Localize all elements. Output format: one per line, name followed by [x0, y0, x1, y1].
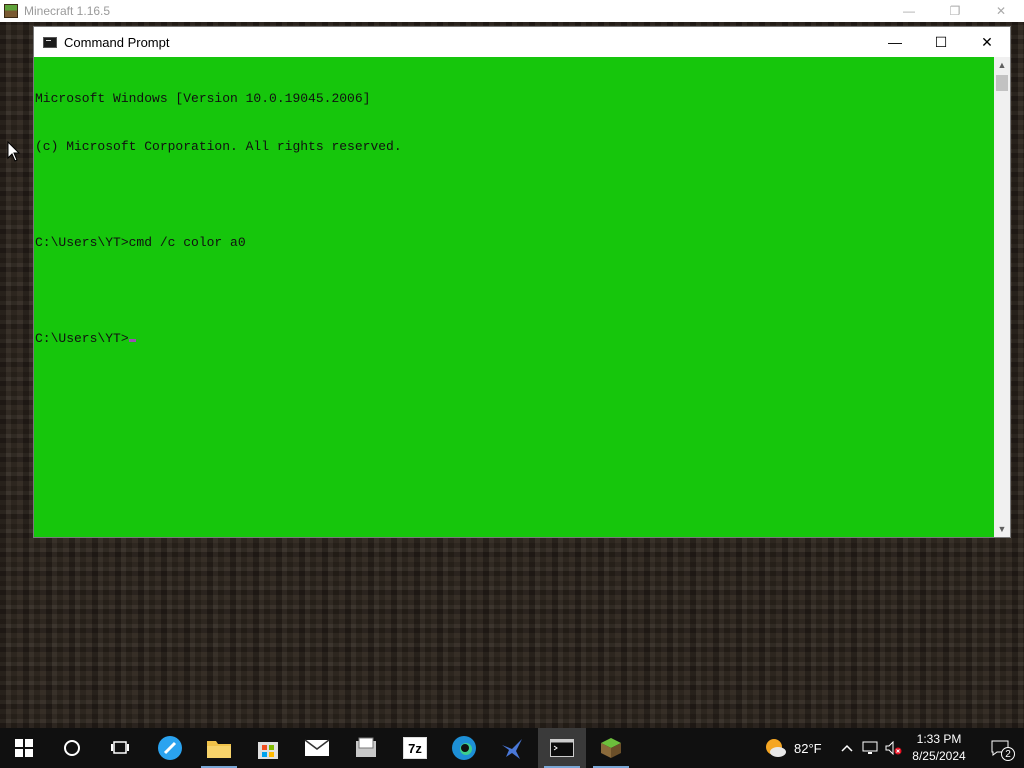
cmd-title-bar[interactable]: Command Prompt — ☐ ✕: [34, 27, 1010, 57]
minecraft-restore-button[interactable]: ❐: [932, 0, 978, 22]
minecraft-title-bar: Minecraft 1.16.5 — ❐ ✕: [0, 0, 1024, 22]
chevron-up-icon: [841, 744, 853, 752]
console-output: Microsoft Windows [Version 10.0.19045.20…: [35, 59, 402, 379]
clock-time: 1:33 PM: [916, 732, 962, 746]
minecraft-grass-block-icon: [601, 738, 621, 758]
network-button[interactable]: [860, 728, 880, 768]
edge-icon: [452, 736, 476, 760]
console-line: C:\Users\YT>cmd /c color a0: [35, 235, 246, 250]
console-line: Microsoft Windows [Version 10.0.19045.20…: [35, 91, 371, 106]
task-view-icon: [111, 741, 129, 754]
minecraft-close-button[interactable]: ✕: [978, 0, 1024, 22]
minecraft-taskbar-button[interactable]: [587, 728, 635, 768]
show-hidden-icons-button[interactable]: [838, 728, 856, 768]
cmd-window-title: Command Prompt: [64, 34, 170, 50]
notification-center-button[interactable]: 2: [980, 728, 1020, 768]
cortana-circle-icon: [64, 740, 80, 756]
cmd-icon: [43, 36, 57, 48]
scrollbar-thumb[interactable]: [996, 75, 1008, 91]
edge-button[interactable]: [440, 728, 488, 768]
search-button[interactable]: [48, 728, 96, 768]
scroll-up-arrow-icon[interactable]: ▲: [994, 57, 1010, 73]
7zip-icon: 7z: [403, 737, 427, 759]
windows-logo-icon: [15, 739, 33, 757]
cmd-close-button[interactable]: ✕: [964, 27, 1010, 57]
volume-muted-icon: [885, 741, 902, 755]
cmd-icon: [550, 739, 574, 757]
network-icon: [862, 741, 878, 754]
store-button[interactable]: [244, 728, 292, 768]
volume-button[interactable]: [884, 728, 904, 768]
taskbar-app2-button[interactable]: [342, 728, 390, 768]
notification-count-badge: 2: [1001, 747, 1015, 761]
text-cursor: [128, 339, 136, 342]
taskbar-app-button[interactable]: [146, 728, 194, 768]
console-prompt: C:\Users\YT>: [35, 331, 129, 346]
command-prompt-taskbar-button[interactable]: [538, 728, 586, 768]
cmd-minimize-button[interactable]: —: [872, 27, 918, 57]
document-app-icon: [356, 737, 376, 757]
command-prompt-window: Command Prompt — ☐ ✕ Microsoft Windows […: [33, 26, 1011, 538]
mail-button[interactable]: [293, 728, 341, 768]
scroll-down-arrow-icon[interactable]: ▼: [994, 521, 1010, 537]
file-explorer-button[interactable]: [195, 728, 243, 768]
weather-widget[interactable]: 82°F: [762, 728, 822, 768]
vertical-scrollbar[interactable]: ▲ ▼: [994, 57, 1010, 537]
cmd-maximize-button[interactable]: ☐: [918, 27, 964, 57]
sun-cloud-icon: [766, 739, 786, 757]
minecraft-grass-block-icon: [4, 4, 18, 18]
mail-icon: [304, 739, 330, 756]
console-area[interactable]: Microsoft Windows [Version 10.0.19045.20…: [34, 57, 994, 537]
weather-temperature: 82°F: [794, 740, 822, 756]
console-line: (c) Microsoft Corporation. All rights re…: [35, 139, 402, 154]
minecraft-window-title: Minecraft 1.16.5: [24, 4, 111, 18]
bird-app-icon: [502, 739, 522, 759]
clock-date: 8/25/2024: [912, 749, 966, 763]
taskbar-app3-button[interactable]: [489, 728, 537, 768]
7zip-button[interactable]: 7z: [391, 728, 439, 768]
minecraft-minimize-button[interactable]: —: [886, 0, 932, 22]
task-view-button[interactable]: [96, 728, 144, 768]
start-button[interactable]: [0, 728, 48, 768]
clock[interactable]: 1:33 PM 8/25/2024: [904, 731, 974, 765]
mouse-pointer-icon: [7, 141, 21, 162]
taskbar: 7z 82°F 1:33 PM 8/25/2024 2: [0, 728, 1024, 768]
microsoft-store-icon: [258, 742, 278, 759]
folder-icon: [207, 741, 231, 758]
blue-circle-app-icon: [158, 736, 182, 760]
console-prompt-line[interactable]: C:\Users\YT>: [35, 331, 402, 347]
